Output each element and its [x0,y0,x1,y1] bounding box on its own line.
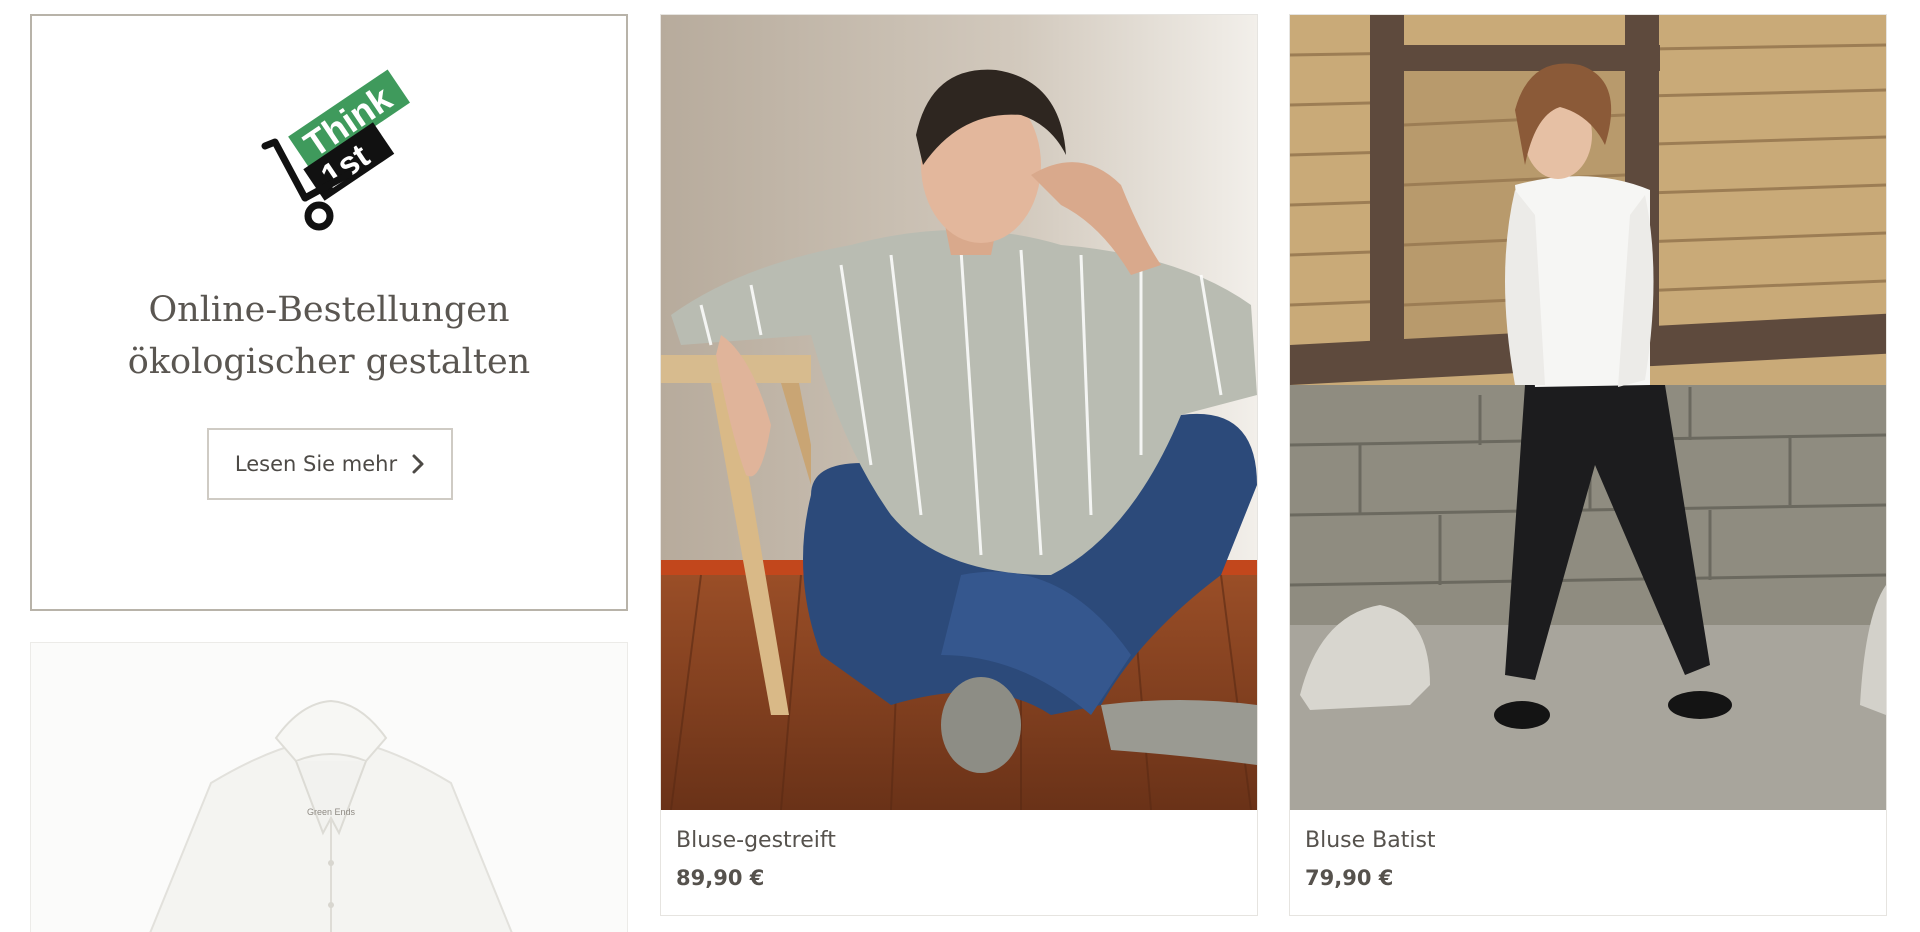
photo-white-batiste-blouse [1290,15,1886,810]
shirt-brand-label: Green Ends [307,807,356,817]
product-image-white-polo: Green Ends [31,643,627,932]
promo-heading: Online-Bestellungen ökologischer gestalt… [32,284,626,388]
product-image-2[interactable] [1290,15,1886,810]
chevron-right-icon [412,454,424,474]
promo-heading-line2: ökologischer gestalten [127,342,531,382]
promo-heading-line1: Online-Bestellungen [148,290,510,330]
read-more-label: Lesen Sie mehr [234,452,398,476]
product-name-2[interactable]: Bluse Batist [1305,828,1436,853]
product-card-2[interactable]: Bluse Batist 79,90 € [1289,14,1887,916]
product-grid: Think 1st Online-Bestellungen ökologisch… [0,0,1920,932]
product-image-1[interactable] [661,15,1257,810]
promo-card: Think 1st Online-Bestellungen ökologisch… [30,14,628,611]
product-price-2: 79,90 € [1305,866,1394,890]
product-card-1[interactable]: Bluse-gestreift 89,90 € [660,14,1258,916]
think-1st-logo: Think 1st [261,69,410,231]
photo-striped-blouse [661,15,1257,810]
product-price-1: 89,90 € [676,866,765,890]
product-card-polo[interactable]: Green Ends [30,642,628,932]
read-more-button[interactable]: Lesen Sie mehr [207,428,453,500]
product-name-1[interactable]: Bluse-gestreift [676,828,836,853]
